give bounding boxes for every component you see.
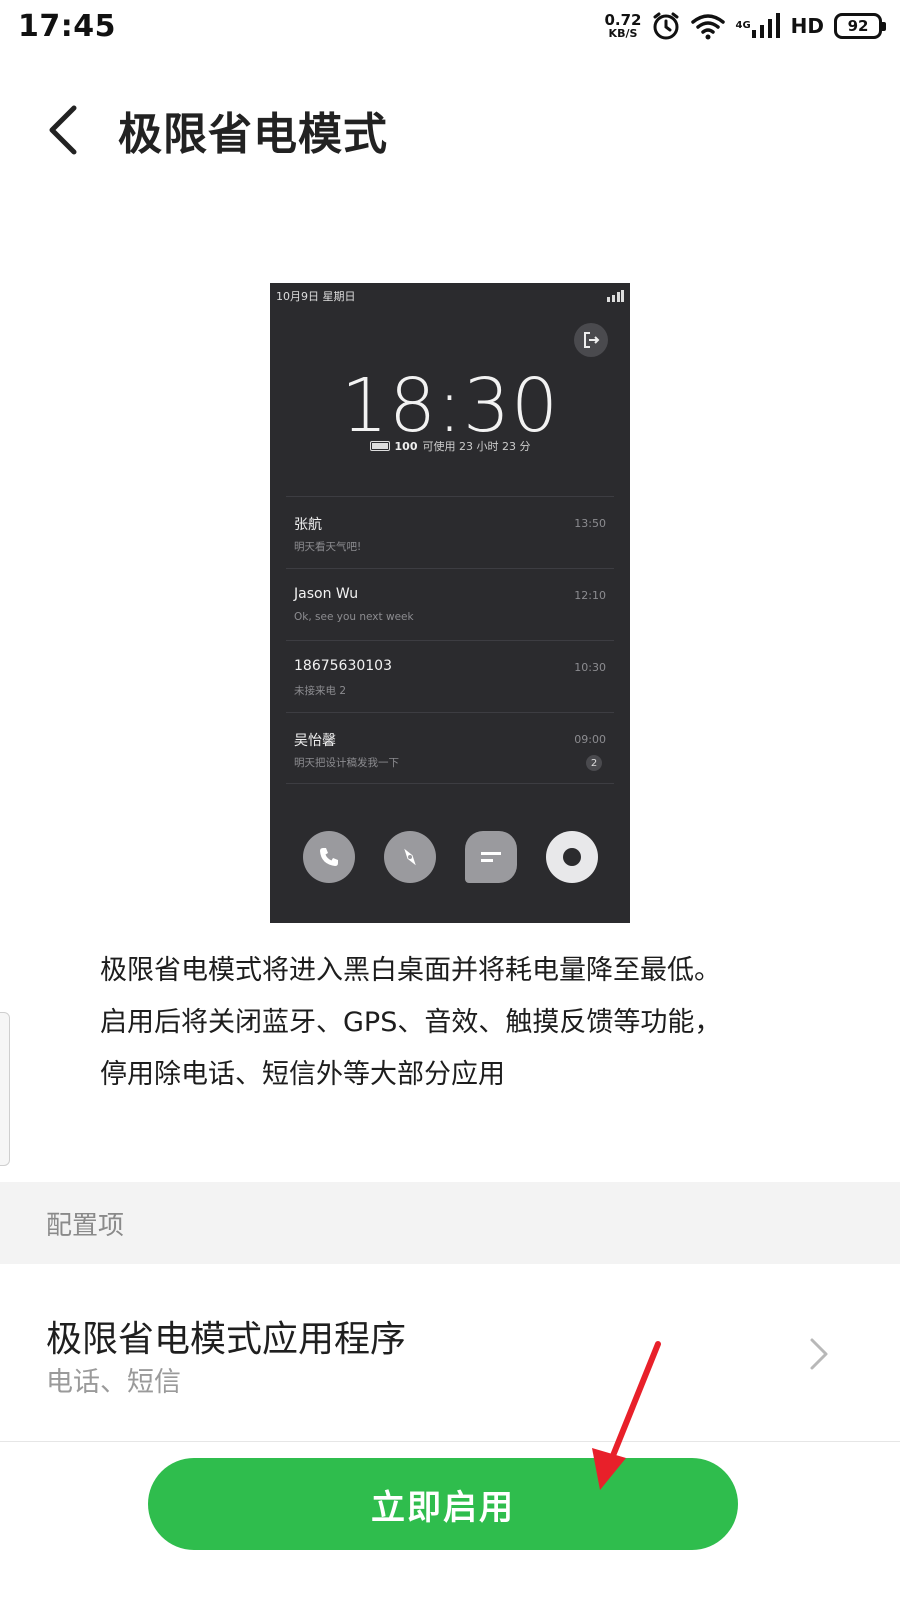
preview-battery-pct: 100 <box>394 439 418 453</box>
hd-voice-indicator: HD <box>790 14 824 38</box>
camera-icon <box>545 831 598 883</box>
alarm-icon <box>651 11 681 41</box>
message-sender: 18675630103 <box>294 658 392 674</box>
network-type: 4G <box>735 20 751 31</box>
description-line-2: 启用后将关闭蓝牙、GPS、音效、触摸反馈等功能， <box>100 1007 722 1038</box>
description: 极限省电模式将进入黑白桌面并将耗电量降至最低。 启用后将关闭蓝牙、GPS、音效、… <box>100 945 820 1101</box>
section-label: 配置项 <box>46 1210 125 1241</box>
battery-icon: 92 <box>834 13 886 39</box>
cellular-signal-icon: 4G <box>735 13 780 39</box>
network-speed: 0.72 KB/S <box>604 11 642 40</box>
list-item: Jason Wu Ok, see you next week 12:10 <box>286 568 614 640</box>
page-title: 极限省电模式 <box>118 109 388 160</box>
message-time: 10:30 <box>574 661 606 674</box>
section-header: 配置项 <box>0 1182 900 1264</box>
message-text: Ok, see you next week <box>294 611 414 623</box>
edge-handle[interactable] <box>0 1012 10 1166</box>
header: 极限省电模式 <box>0 80 900 180</box>
wifi-icon <box>691 12 726 40</box>
preview-battery-row: 100 可使用 23 小时 23 分 <box>270 438 630 454</box>
message-time: 13:50 <box>574 517 606 530</box>
message-text: 明天看天气吧! <box>294 541 362 553</box>
preview-exit-icon <box>574 323 608 357</box>
message-time: 09:00 <box>574 733 606 746</box>
status-time: 17:45 <box>18 8 116 44</box>
status-bar: 17:45 0.72 KB/S 4G HD 92 <box>0 0 900 52</box>
message-time: 12:10 <box>574 589 606 602</box>
preview-clock: 18:30 <box>340 363 560 449</box>
enable-now-button[interactable]: 立即启用 <box>148 1458 738 1550</box>
chevron-right-icon <box>810 1338 828 1370</box>
network-speed-value: 0.72 <box>604 11 642 29</box>
list-item: 18675630103 未接来电 2 10:30 <box>286 640 614 712</box>
message-icon <box>464 831 517 883</box>
network-speed-unit: KB/S <box>608 27 638 40</box>
message-sender: 吴怡馨 <box>294 733 336 749</box>
phone-icon <box>302 831 355 883</box>
list-item: 吴怡馨 明天把设计稿发我一下 09:00 2 <box>286 712 614 784</box>
compass-icon <box>383 831 436 883</box>
preview-signal-icon <box>607 290 624 302</box>
unread-badge: 2 <box>586 755 602 771</box>
message-sender: 张航 <box>294 517 322 533</box>
description-line-1: 极限省电模式将进入黑白桌面并将耗电量降至最低。 <box>100 955 721 986</box>
description-line-3: 停用除电话、短信外等大部分应用 <box>100 1059 505 1090</box>
preview-battery-icon <box>369 441 390 451</box>
preview-battery-text: 可使用 23 小时 23 分 <box>422 440 531 453</box>
apps-setting-row[interactable]: 极限省电模式应用程序 电话、短信 <box>0 1264 900 1442</box>
back-arrow-icon <box>49 105 77 155</box>
message-text: 明天把设计稿发我一下 <box>294 757 399 769</box>
preview-image: 10月9日 星期日 18:30 100 可使用 23 小时 23 分 张航 明天… <box>270 283 630 923</box>
status-icons: 0.72 KB/S 4G HD 92 <box>604 11 886 41</box>
list-item: 张航 明天看天气吧! 13:50 <box>286 496 614 568</box>
message-sender: Jason Wu <box>294 586 359 602</box>
preview-status-bar: 10月9日 星期日 <box>276 287 624 305</box>
setting-subtitle: 电话、短信 <box>46 1367 181 1398</box>
back-button[interactable] <box>24 90 104 170</box>
setting-title: 极限省电模式应用程序 <box>46 1319 407 1360</box>
preview-date: 10月9日 星期日 <box>276 290 356 303</box>
preview-message-list: 张航 明天看天气吧! 13:50 Jason Wu Ok, see you ne… <box>286 496 614 784</box>
preview-dock <box>270 831 630 883</box>
battery-level: 92 <box>847 17 869 35</box>
message-text: 未接来电 2 <box>294 685 347 697</box>
